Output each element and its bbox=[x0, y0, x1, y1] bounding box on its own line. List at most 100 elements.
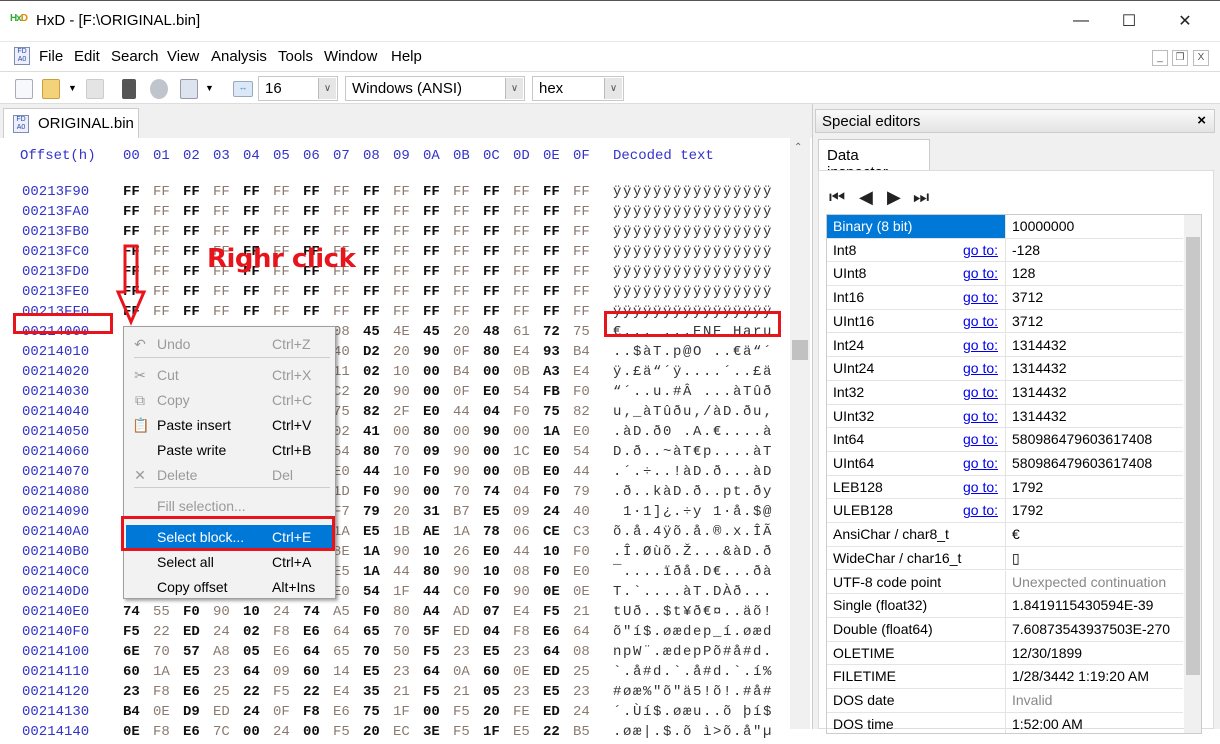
hex-byte[interactable]: 70 bbox=[453, 484, 473, 500]
hex-byte[interactable]: 90 bbox=[213, 604, 233, 620]
hex-byte[interactable]: ED bbox=[543, 704, 563, 720]
hex-byte[interactable]: E4 bbox=[513, 344, 533, 360]
goto-link[interactable]: go to: bbox=[963, 313, 998, 329]
hex-byte[interactable]: 05 bbox=[243, 644, 263, 660]
hex-byte[interactable]: 04 bbox=[483, 404, 503, 420]
hex-byte[interactable]: 21 bbox=[453, 684, 473, 700]
minimize-button[interactable]: — bbox=[1058, 1, 1104, 41]
hex-byte[interactable]: 41 bbox=[363, 424, 383, 440]
row-decoded-text[interactable]: .ð..kàD.ð..pt.ðy bbox=[613, 484, 773, 500]
row-bytes[interactable]: F5 22 ED 24 02 F8 E6 64 65 70 5F ED 04 F8 E6 64 bbox=[0, 624, 600, 644]
hex-byte[interactable]: FF bbox=[423, 204, 443, 220]
row-decoded-text[interactable]: ÿÿÿÿÿÿÿÿÿÿÿÿÿÿÿÿ bbox=[613, 184, 773, 200]
hex-byte[interactable]: 90 bbox=[453, 564, 473, 580]
inspector-value[interactable]: 1314432 bbox=[1005, 380, 1183, 404]
hex-byte[interactable]: 10 bbox=[483, 564, 503, 580]
hex-byte[interactable]: F0 bbox=[483, 584, 503, 600]
hex-byte[interactable]: 24 bbox=[273, 724, 293, 740]
hex-byte[interactable]: FF bbox=[363, 224, 383, 240]
menu-item-paste-write[interactable]: Paste write Ctrl+B bbox=[126, 438, 333, 462]
hex-byte[interactable]: D2 bbox=[363, 344, 383, 360]
row-decoded-text[interactable]: ÿÿÿÿÿÿÿÿÿÿÿÿÿÿÿÿ bbox=[613, 284, 773, 300]
goto-link[interactable]: go to: bbox=[963, 289, 998, 305]
menu-item-paste-insert[interactable]: 📋 Paste insert Ctrl+V bbox=[126, 413, 333, 437]
hex-byte[interactable]: FF bbox=[513, 284, 533, 300]
hex-byte[interactable]: FF bbox=[243, 304, 263, 320]
hex-byte[interactable]: 0F bbox=[453, 384, 473, 400]
hex-byte[interactable]: 20 bbox=[363, 384, 383, 400]
hex-byte[interactable]: 5F bbox=[423, 624, 443, 640]
hex-byte[interactable]: FF bbox=[243, 224, 263, 240]
hex-byte[interactable]: 0F bbox=[273, 704, 293, 720]
inspector-row[interactable]: UInt16 go to: 3712 bbox=[827, 309, 1183, 334]
hex-byte[interactable]: AD bbox=[453, 604, 473, 620]
hex-byte[interactable]: 40 bbox=[333, 344, 353, 360]
hex-byte[interactable]: 00 bbox=[243, 724, 263, 740]
hex-byte[interactable]: 23 bbox=[513, 644, 533, 660]
menu-item-delete[interactable]: ✕ Delete Del bbox=[126, 463, 333, 487]
first-icon[interactable]: ⏮ bbox=[829, 187, 845, 208]
menu-tools[interactable]: Tools bbox=[278, 48, 313, 65]
hex-byte[interactable]: 75 bbox=[363, 704, 383, 720]
hex-byte[interactable]: FF bbox=[333, 224, 353, 240]
hex-byte[interactable]: 20 bbox=[363, 724, 383, 740]
row-bytes[interactable]: FF FF FF FF FF FF FF FF FF FF FF FF FF FF FF FF bbox=[0, 224, 600, 244]
hex-byte[interactable]: FF bbox=[273, 224, 293, 240]
goto-link[interactable]: go to: bbox=[963, 265, 998, 281]
hex-byte[interactable]: 22 bbox=[243, 684, 263, 700]
hex-byte[interactable]: FF bbox=[123, 184, 143, 200]
hex-byte[interactable]: 1A bbox=[363, 564, 383, 580]
hex-byte[interactable]: CE bbox=[543, 524, 563, 540]
hex-byte[interactable]: FF bbox=[453, 264, 473, 280]
inspector-row[interactable]: Binary (8 bit) 10000000 bbox=[827, 215, 1183, 239]
goto-link[interactable]: go to: bbox=[963, 337, 998, 353]
row-decoded-text[interactable]: ´.Ùí$.øæu..õ þí$ bbox=[613, 704, 773, 720]
hex-byte[interactable]: FF bbox=[423, 304, 443, 320]
goto-link[interactable]: go to: bbox=[963, 455, 998, 471]
menu-search[interactable]: Search bbox=[111, 48, 159, 65]
hex-row[interactable]: 002140F0 F5 22 ED 24 02 F8 E6 64 65 70 5F ED 04 F8 E6 64… bbox=[0, 624, 790, 644]
hex-row[interactable]: 00214130 B4 0E D9 ED 24 0F F8 E6 75 1F 00 F5 20 FE ED 24… bbox=[0, 704, 790, 724]
menu-help[interactable]: Help bbox=[391, 48, 422, 65]
inspector-value[interactable]: 580986479603617408 bbox=[1005, 428, 1183, 452]
row-decoded-text[interactable]: T.`....àT.DÀð... bbox=[613, 584, 773, 600]
hex-row[interactable]: 00214140 0E F8 E6 7C 00 24 00 F5 20 EC 3E F5 1F E5 22 B5… bbox=[0, 724, 790, 744]
hex-byte[interactable]: ED bbox=[213, 704, 233, 720]
hex-byte[interactable]: 1A bbox=[153, 664, 173, 680]
maximize-button[interactable]: ☐ bbox=[1106, 1, 1152, 41]
hex-byte[interactable]: 20 bbox=[483, 704, 503, 720]
hex-byte[interactable]: 05 bbox=[483, 684, 503, 700]
inspector-row[interactable]: UInt32 go to: 1314432 bbox=[827, 404, 1183, 429]
hex-byte[interactable]: 35 bbox=[363, 684, 383, 700]
hex-byte[interactable]: FF bbox=[573, 244, 593, 260]
hex-byte[interactable]: E0 bbox=[423, 404, 443, 420]
hex-byte[interactable]: ED bbox=[543, 664, 563, 680]
hex-byte[interactable]: 1A bbox=[333, 524, 353, 540]
hex-byte[interactable]: 0F bbox=[453, 344, 473, 360]
hex-byte[interactable]: 70 bbox=[153, 644, 173, 660]
hex-byte[interactable]: 22 bbox=[153, 624, 173, 640]
goto-link[interactable]: go to: bbox=[963, 502, 998, 518]
hex-byte[interactable]: 00 bbox=[483, 444, 503, 460]
hex-byte[interactable]: 02 bbox=[243, 624, 263, 640]
goto-link[interactable]: go to: bbox=[963, 431, 998, 447]
hex-byte[interactable]: FF bbox=[483, 304, 503, 320]
row-bytes[interactable]: B4 0E D9 ED 24 0F F8 E6 75 1F 00 F5 20 FE ED 24 bbox=[0, 704, 600, 724]
inspector-row[interactable]: DOS date Invalid bbox=[827, 689, 1183, 713]
hex-byte[interactable]: A5 bbox=[333, 604, 353, 620]
hex-row[interactable]: 0021403093B4000F750B23C22090000FE054FBF0… bbox=[0, 384, 790, 404]
hex-byte[interactable]: FF bbox=[153, 224, 173, 240]
hex-byte[interactable]: 20 bbox=[393, 504, 413, 520]
row-decoded-text[interactable]: .øæ|.$.õ ì>õ.å"µ bbox=[613, 724, 773, 740]
hex-byte[interactable]: 11 bbox=[333, 364, 353, 380]
inspector-row[interactable]: Int64 go to: 580986479603617408 bbox=[827, 428, 1183, 452]
hex-byte[interactable]: E4 bbox=[333, 684, 353, 700]
hex-byte[interactable]: 60 bbox=[123, 664, 143, 680]
hex-byte[interactable]: F8 bbox=[273, 624, 293, 640]
hex-editor[interactable]: Offset(h) 00 01 02 03 04 05 06 07 08 09 0A 0B 0C 0D 0E… bbox=[0, 138, 790, 740]
hex-byte[interactable]: FF bbox=[543, 184, 563, 200]
hex-byte[interactable]: F8 bbox=[303, 704, 323, 720]
hex-byte[interactable]: 60 bbox=[483, 664, 503, 680]
hex-byte[interactable]: 78 bbox=[483, 524, 503, 540]
hex-row[interactable]: 0021404075825FE054FBF075822FE04404F07582… bbox=[0, 404, 790, 424]
